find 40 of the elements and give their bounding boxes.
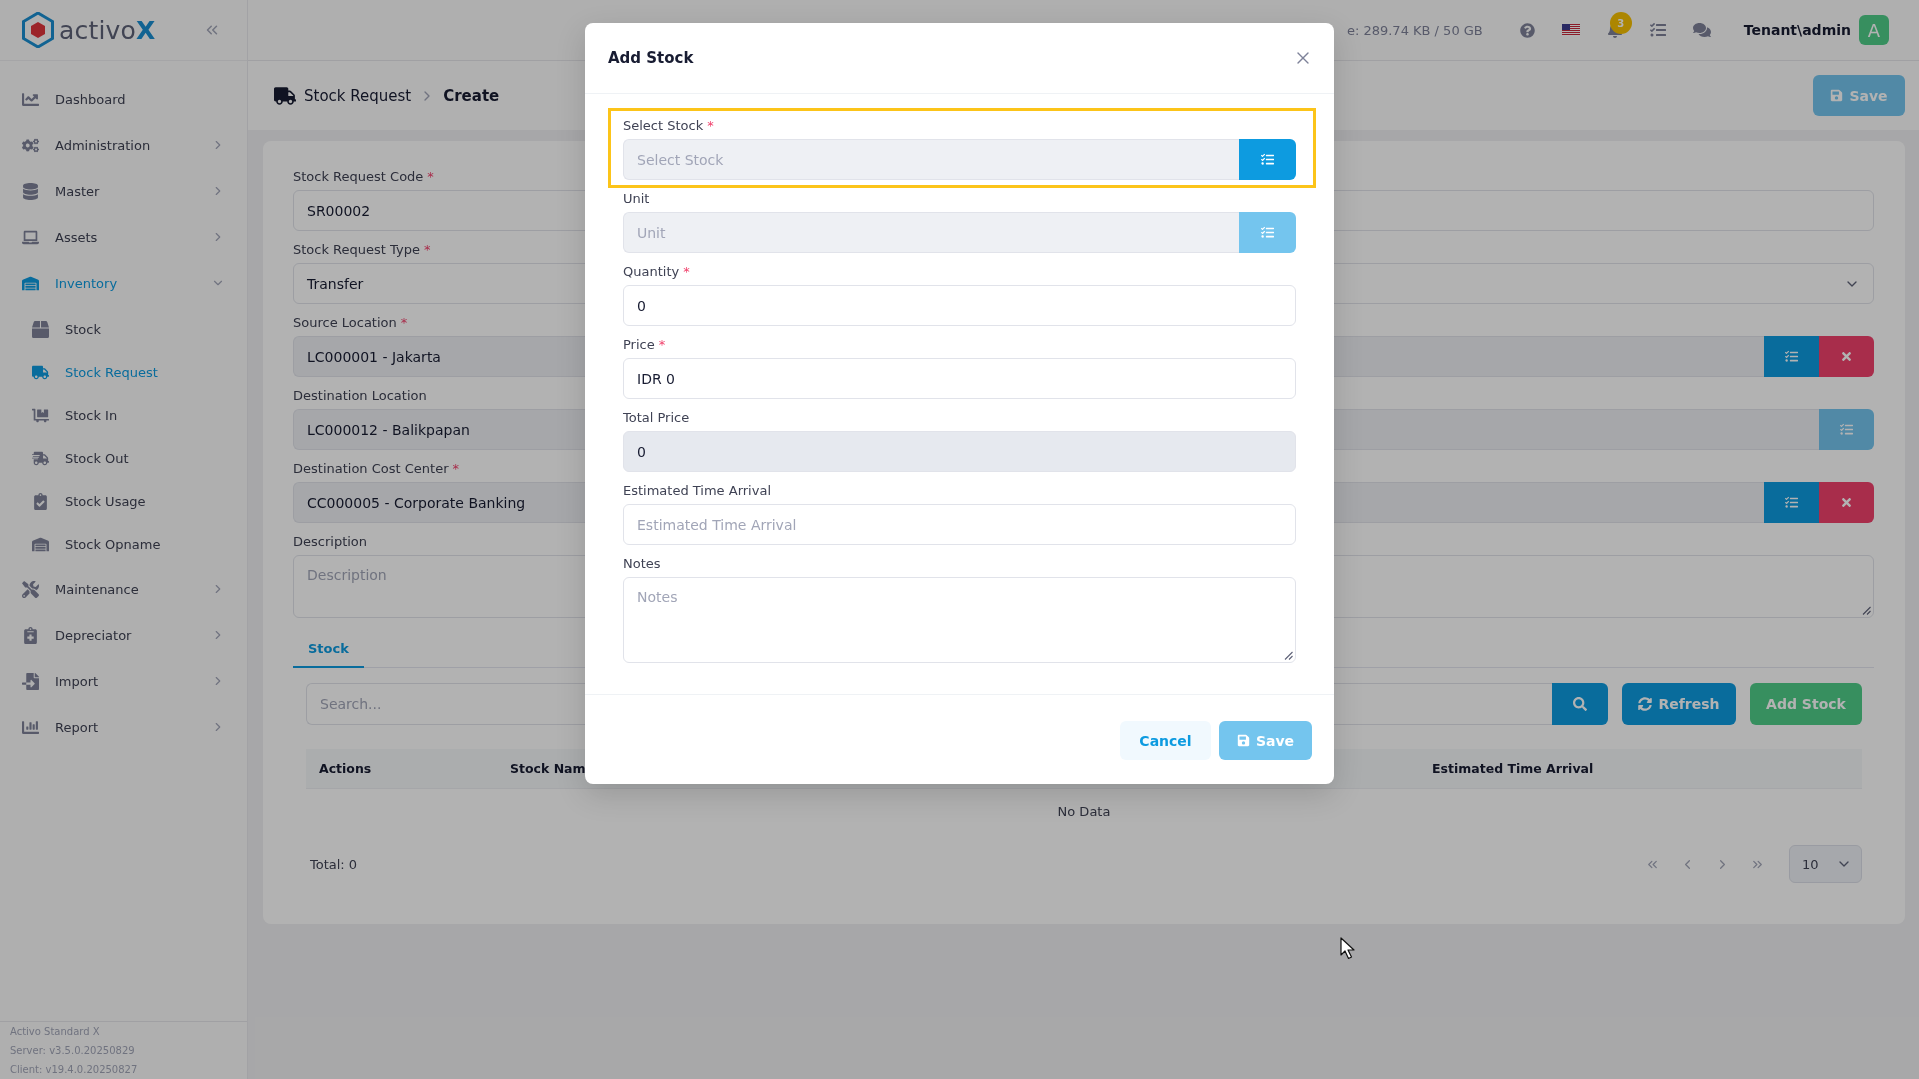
total-count: Total: 0 xyxy=(310,856,358,872)
logo-text: activoX xyxy=(59,17,156,43)
column-header: Stock Nam xyxy=(510,761,586,776)
field-value: CC000005 - Corporate Banking xyxy=(307,494,526,511)
field-value: Transfer xyxy=(307,275,364,292)
field-label: Estimated Time Arrival xyxy=(623,482,771,500)
dialog-title: Add Stock xyxy=(608,49,694,67)
field-label: Total Price xyxy=(623,409,690,427)
breadcrumb-current: Create xyxy=(443,86,500,105)
field-label: Source Location * xyxy=(293,314,408,332)
field-placeholder: Search... xyxy=(320,696,382,712)
field-value: SR00002 xyxy=(307,202,371,219)
column-header: Actions xyxy=(319,761,372,776)
field-placeholder: Estimated Time Arrival xyxy=(637,516,797,533)
empty-message: No Data xyxy=(1057,803,1111,819)
field-placeholder: Notes xyxy=(637,589,678,605)
field-label: Description xyxy=(293,533,368,551)
field-label: Destination Location xyxy=(293,387,427,405)
field-label: Notes xyxy=(623,555,661,573)
field-label: Select Stock * xyxy=(623,117,714,135)
field-label: Price * xyxy=(623,336,666,354)
field-value: 0 xyxy=(637,443,646,460)
field-placeholder: Unit xyxy=(637,224,666,241)
field-value: IDR 0 xyxy=(637,370,675,387)
field-value: LC000012 - Balikpapan xyxy=(307,421,470,438)
column-header: Estimated Time Arrival xyxy=(1432,761,1594,776)
version-text: Server: v3.5.0.20250829 xyxy=(10,1044,135,1058)
version-text: Activo Standard X xyxy=(10,1025,100,1039)
field-placeholder: Description xyxy=(307,567,387,583)
field-value: 0 xyxy=(637,297,646,314)
field-label: Destination Cost Center * xyxy=(293,460,460,478)
field-value: LC000001 - Jakarta xyxy=(307,348,441,365)
field-label: Stock Request Code * xyxy=(293,168,434,186)
field-label: Stock Request Type * xyxy=(293,241,431,259)
notification-badge: 3 xyxy=(1609,12,1632,34)
field-label: Quantity * xyxy=(623,263,690,281)
storage-usage-text: e: 289.74 KB / 50 GB xyxy=(1346,22,1483,38)
field-placeholder: Select Stock xyxy=(637,151,724,168)
version-text: Client: v19.4.0.20250827 xyxy=(10,1063,138,1077)
field-label: Unit xyxy=(623,190,650,208)
